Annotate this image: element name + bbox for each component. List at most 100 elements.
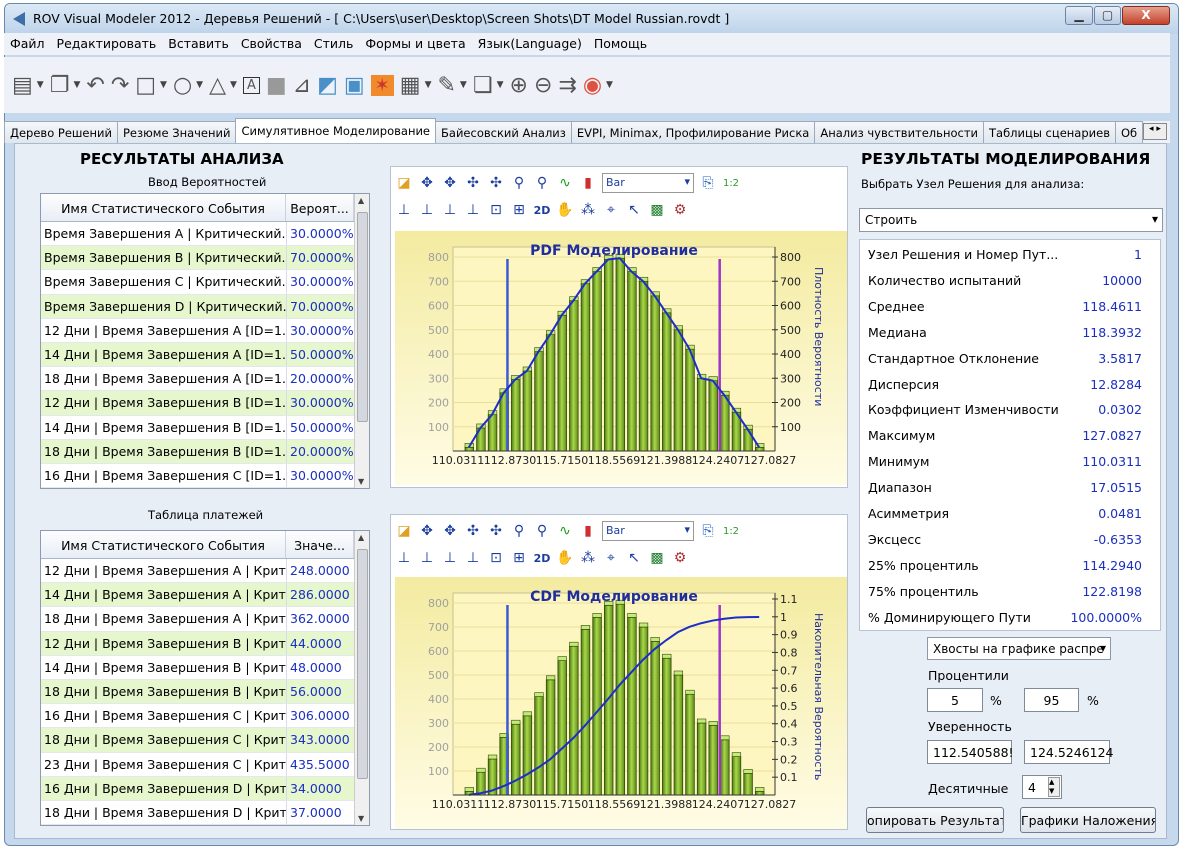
decision-node-select[interactable]: Строить (859, 208, 1163, 232)
table-row[interactable]: Время Завершения B | Критический... 70.00… (41, 246, 369, 271)
colors-icon[interactable]: ▩ (648, 201, 666, 219)
probability-scrollbar[interactable]: ▲ ▼ (354, 194, 369, 488)
2d-label[interactable]: 2D (533, 549, 551, 567)
tab-1[interactable]: Дерево Решений (4, 121, 118, 143)
maximize-button[interactable]: ▢ (1094, 6, 1121, 25)
scroll-up-icon[interactable]: ▲ (358, 196, 364, 205)
triangle-button[interactable]: △ ▼ (209, 68, 237, 102)
payoff-scrollbar[interactable]: ▲ ▼ (354, 531, 369, 825)
tab-2[interactable]: Резюме Значений (116, 121, 237, 143)
overlay-charts-button[interactable]: Графики Наложения (1020, 807, 1156, 833)
license-button[interactable]: ◉ ▼ (583, 68, 613, 102)
app-icon[interactable] (13, 12, 25, 26)
table-row[interactable]: 12 Дни | Время Завершения B [ID=1.... 30.… (41, 391, 369, 416)
value-header[interactable]: Значе... (286, 531, 354, 558)
scroll-thumb[interactable] (357, 212, 368, 422)
table-row[interactable]: 16 Дни | Время Завершения D | Крит... 34.… (41, 776, 369, 801)
pan-down-icon[interactable]: ✣ (487, 522, 505, 540)
new-button[interactable]: ▤ ▼ (12, 68, 44, 102)
pan-up-icon[interactable]: ✣ (464, 174, 482, 192)
zoom-area-icon[interactable]: ⚲ (510, 174, 528, 192)
menu-item[interactable]: Вставить (162, 33, 235, 55)
pages-button[interactable]: ❏ ▼ (473, 68, 504, 102)
menu-item[interactable]: Формы и цвета (359, 33, 471, 55)
axis-right-icon[interactable]: ⊥ (418, 549, 436, 567)
settings-icon[interactable]: ⚙ (671, 201, 689, 219)
probability-grid[interactable]: Имя Статистического События Вероят... Вр… (40, 193, 370, 489)
axis-down-icon[interactable]: ⊥ (464, 201, 482, 219)
axis-up-icon[interactable]: ⊥ (441, 549, 459, 567)
axis-left-icon[interactable]: ⊥ (395, 201, 413, 219)
palette-icon[interactable]: ◪ (395, 522, 413, 540)
move-right-icon[interactable]: ✥ (441, 522, 459, 540)
menu-item[interactable]: Свойства (235, 33, 308, 55)
table-row[interactable]: 18 Дни | Время Завершения B | Крит... 56.… (41, 679, 369, 705)
dropdown-arrow-icon[interactable]: ▼ (196, 80, 203, 90)
event-name-header[interactable]: Имя Статистического События (41, 194, 286, 221)
table-row[interactable]: 18 Дни | Время Завершения D | Крит... 37.… (41, 800, 369, 826)
tab-scroll-arrows[interactable]: ◂ ▸ (1143, 123, 1167, 140)
palette-icon[interactable]: ◪ (395, 174, 413, 192)
close-button[interactable]: X (1122, 6, 1170, 25)
table-row[interactable]: Время Завершения C | Критический... 30.00… (41, 270, 369, 295)
tails-select[interactable]: Хвосты на графике распре (927, 637, 1111, 660)
dropdown-arrow-icon[interactable]: ▼ (160, 80, 167, 90)
scroll-thumb[interactable] (357, 549, 368, 779)
hand-icon[interactable]: ✋ (556, 201, 574, 219)
percentile-high-input[interactable]: 95 (1024, 688, 1079, 712)
line-chart-icon[interactable]: ∿ (556, 174, 574, 192)
line-chart-icon[interactable]: ∿ (556, 522, 574, 540)
axis-left-icon[interactable]: ⊥ (395, 549, 413, 567)
ratio-icon[interactable]: 1:2 (722, 174, 740, 192)
payoff-grid[interactable]: Имя Статистического События Значе... 12 … (40, 530, 370, 826)
cursor-icon[interactable]: ↖ (625, 201, 643, 219)
shade-button[interactable]: ■ (266, 68, 287, 102)
dropdown-arrow-icon[interactable]: ▼ (497, 80, 504, 90)
bar-chart-icon[interactable]: ▮ (579, 522, 597, 540)
dropdown-arrow-icon[interactable]: ▼ (606, 80, 613, 90)
chart-type-select[interactable]: Bar (602, 521, 694, 541)
decimals-stepper[interactable]: 4 ▲ ▼ (1022, 775, 1062, 799)
tab-8[interactable]: Об (1114, 121, 1144, 143)
dropdown-arrow-icon[interactable]: ▼ (230, 80, 237, 90)
table-row[interactable]: 16 Дни | Время Завершения C [ID=1.... 30.… (41, 463, 369, 489)
pdf-chart[interactable]: 100 200 300 400 500 600 700 800 100 200 300 400 500 6… (395, 231, 847, 485)
scroll-down-icon[interactable]: ▼ (358, 814, 364, 823)
move-left-icon[interactable]: ✥ (418, 174, 436, 192)
table-row[interactable]: 18 Дни | Время Завершения A [ID=1.... 20.… (41, 367, 369, 392)
menu-item[interactable]: Помощь (588, 33, 653, 55)
undo-button[interactable]: ↶ (86, 68, 104, 102)
scroll-up-icon[interactable]: ▲ (358, 533, 364, 542)
zoom-out-button[interactable]: ⊖ (534, 68, 552, 102)
table-row[interactable]: 23 Дни | Время Завершения C | Крит... 435… (41, 752, 369, 777)
tab-6[interactable]: Анализ чувствительности (814, 121, 984, 143)
confidence-high-input[interactable]: 124.5246124 (1024, 740, 1114, 764)
table-row[interactable]: 14 Дни | Время Завершения B | Крит... 48.… (41, 655, 369, 680)
menu-item[interactable]: Редактировать (51, 33, 163, 55)
tab-5[interactable]: EVPI, Minimax, Профилирование Риска (570, 121, 816, 143)
3d-view-icon[interactable]: ⊞ (510, 201, 528, 219)
3d-box-icon[interactable]: ⊡ (487, 201, 505, 219)
axis-up-icon[interactable]: ⊥ (441, 201, 459, 219)
confidence-low-input[interactable]: 112.540588! (927, 740, 1014, 764)
pan-up-icon[interactable]: ✣ (464, 522, 482, 540)
cdf-chart[interactable]: 100 200 300 400 500 600 700 800 0.1 0.2 0.3 0.4 0.5 0… (395, 577, 847, 829)
crosshair-icon[interactable]: ⌖ (602, 201, 620, 219)
scroll-down-icon[interactable]: ▼ (358, 477, 364, 486)
calculator-button[interactable]: ▦ ▼ (400, 68, 432, 102)
table-row[interactable]: Время Завершения A | Критический... 30.00… (41, 222, 369, 247)
zoom-area-icon[interactable]: ⚲ (510, 522, 528, 540)
simulation-button[interactable]: ✶ (370, 68, 394, 102)
picture-button[interactable]: ▣ (344, 68, 365, 102)
table-row[interactable]: 18 Дни | Время Завершения C | Крит... 343… (41, 728, 369, 753)
event-name-header[interactable]: Имя Статистического События (41, 531, 286, 558)
ellipse-button[interactable]: ○ ▼ (173, 68, 203, 102)
dropdown-arrow-icon[interactable]: ▼ (37, 80, 44, 90)
table-row[interactable]: 12 Дни | Время Завершения B | Крит... 44.… (41, 631, 369, 656)
table-row[interactable]: 18 Дни | Время Завершения A | Крит... 362… (41, 607, 369, 632)
image-button[interactable]: ◩ (317, 68, 338, 102)
tab-7[interactable]: Таблицы сценариев (983, 121, 1116, 143)
points-icon[interactable]: ⁂ (579, 201, 597, 219)
table-row[interactable]: Время Завершения D | Критический... 70.00… (41, 294, 369, 319)
chart-type-select[interactable]: Bar (602, 173, 694, 193)
